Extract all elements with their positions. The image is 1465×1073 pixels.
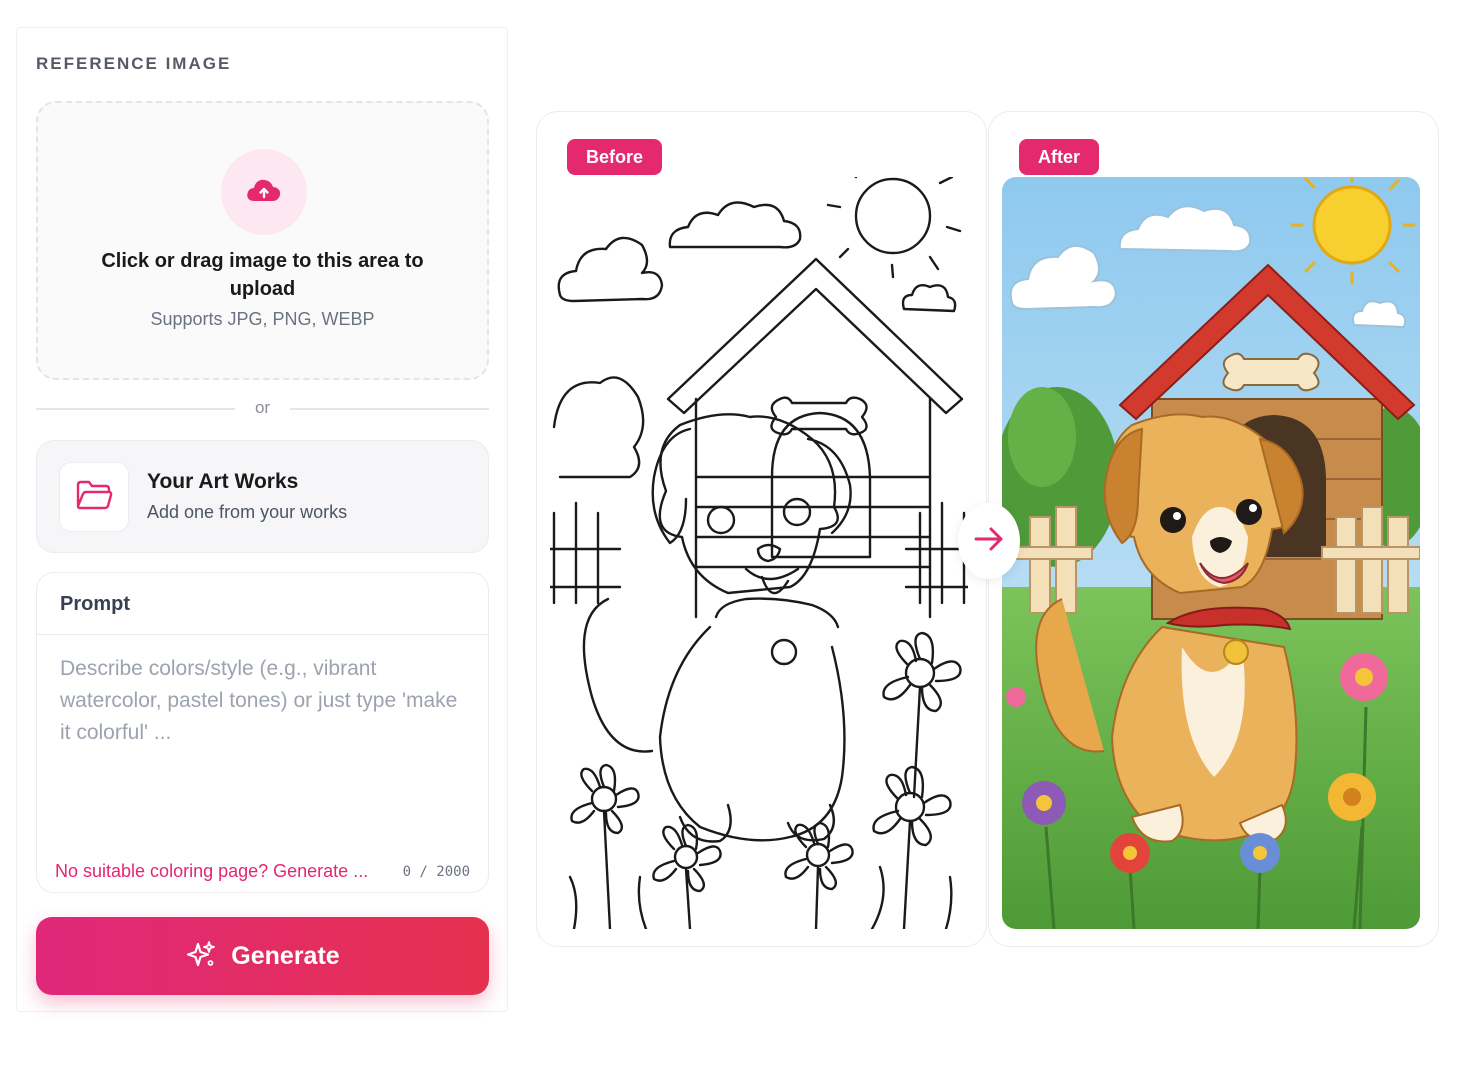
prompt-label: Prompt <box>37 573 488 635</box>
before-line-art-image <box>550 177 968 929</box>
prompt-card: Prompt No suitable coloring page? Genera… <box>36 572 489 893</box>
art-works-title: Your Art Works <box>147 470 299 493</box>
arrow-right-icon <box>972 524 1006 559</box>
art-icon-box <box>59 462 129 532</box>
cloud-upload-icon <box>244 175 284 210</box>
folder-icon <box>75 479 113 516</box>
upload-dropzone[interactable]: Click or drag image to this area to uplo… <box>36 101 489 380</box>
art-works-subtitle: Add one from your works <box>147 502 348 522</box>
generate-button[interactable]: Generate <box>36 917 489 995</box>
your-art-works-button[interactable]: Your Art Works Add one from your works <box>36 440 489 553</box>
upload-icon-circle <box>221 149 307 235</box>
section-title: REFERENCE IMAGE <box>36 54 232 73</box>
generate-label: Generate <box>231 941 340 970</box>
or-divider: or <box>36 397 489 417</box>
after-badge: After <box>1019 139 1100 175</box>
before-card: Before <box>536 111 987 947</box>
char-counter: 0 / 2000 <box>402 864 470 880</box>
before-badge: Before <box>567 139 663 175</box>
reference-panel: REFERENCE IMAGE Click or drag image to t… <box>16 27 508 1012</box>
upload-title: Click or drag image to this area to uplo… <box>101 250 424 300</box>
compare-arrow <box>958 503 1020 579</box>
sparkles-icon <box>185 939 217 974</box>
after-colored-image <box>1002 177 1420 929</box>
upload-subtitle: Supports JPG, PNG, WEBP <box>150 309 375 329</box>
generate-coloring-page-link[interactable]: No suitable coloring page? Generate ... <box>55 861 368 882</box>
after-card: After <box>988 111 1439 947</box>
prompt-textarea[interactable] <box>60 653 460 823</box>
